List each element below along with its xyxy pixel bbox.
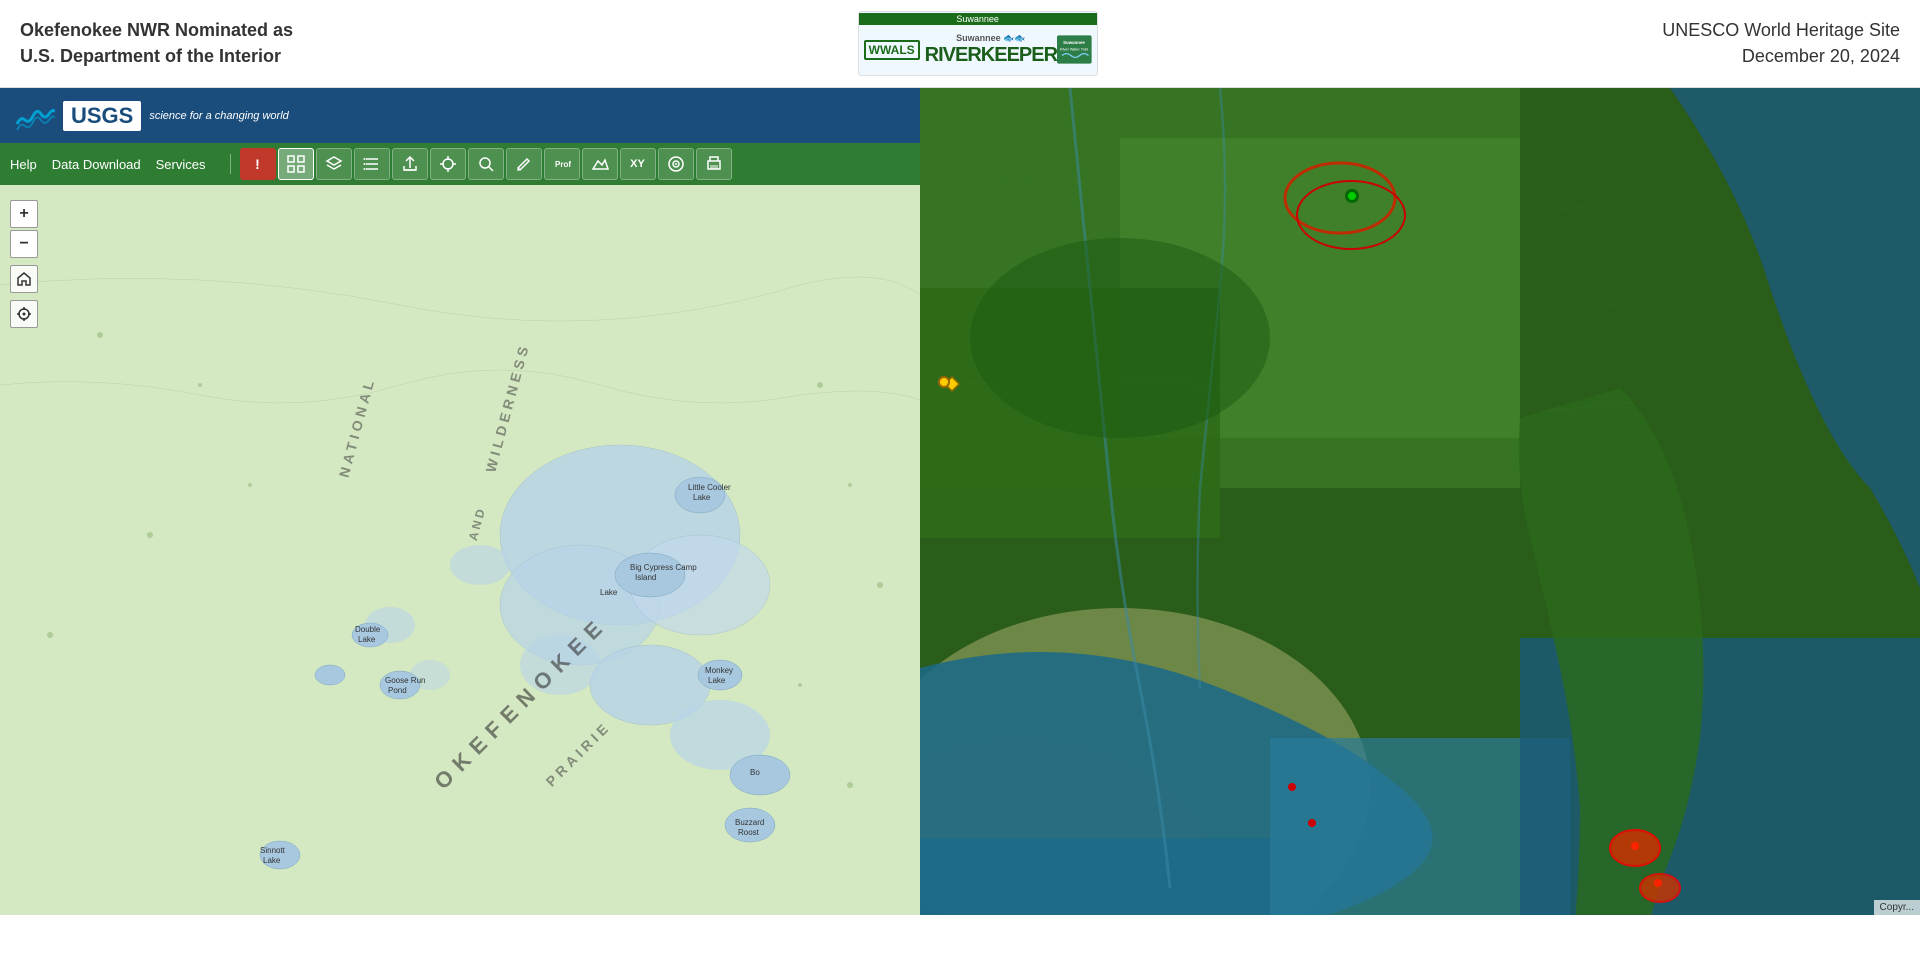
green-location-marker bbox=[1346, 190, 1358, 202]
usgs-logo-box: USGS bbox=[63, 101, 141, 131]
svg-text:Bo: Bo bbox=[750, 768, 760, 777]
sw-main: WWALS Suwannee 🐟🐟 RIVERKEEPER Suwannee R… bbox=[859, 25, 1097, 74]
left-panel: USGS science for a changing world Help D… bbox=[0, 88, 920, 915]
xy-button[interactable]: XY bbox=[620, 148, 656, 180]
svg-text:Buzzard: Buzzard bbox=[735, 818, 764, 827]
svg-text:Profile: Profile bbox=[555, 160, 571, 169]
satellite-svg bbox=[920, 88, 1920, 915]
svg-text:Sinnott: Sinnott bbox=[260, 846, 286, 855]
svg-text:River Water Trail: River Water Trail bbox=[1060, 47, 1088, 51]
right-panel: Copyr... bbox=[920, 88, 1920, 915]
upload-icon bbox=[401, 155, 419, 173]
river-trail-logo: Suwannee River Water Trail bbox=[1057, 27, 1092, 72]
print-icon bbox=[705, 155, 723, 173]
svg-text:Monkey: Monkey bbox=[705, 666, 733, 675]
banner-center: Suwannee WWALS Suwannee 🐟🐟 RIVERKEEPER S… bbox=[858, 11, 1098, 76]
svg-text:Pond: Pond bbox=[388, 686, 407, 695]
svg-text:Lake: Lake bbox=[693, 493, 711, 502]
locate-icon bbox=[16, 306, 32, 322]
banner-line1: Okefenokee NWR Nominated as bbox=[20, 18, 293, 43]
search-button[interactable] bbox=[468, 148, 504, 180]
home-icon bbox=[16, 271, 32, 287]
yellow-location-marker bbox=[938, 376, 950, 388]
list-icon bbox=[363, 155, 381, 173]
help-link[interactable]: Help bbox=[10, 157, 37, 172]
terrain-icon bbox=[591, 155, 609, 173]
toolbar-nav: Help Data Download Services bbox=[10, 157, 206, 172]
usgs-tagline: science for a changing world bbox=[149, 110, 288, 122]
upload-button[interactable] bbox=[392, 148, 428, 180]
svg-text:Lake: Lake bbox=[358, 635, 376, 644]
toolbar-separator bbox=[230, 154, 231, 174]
profile-button[interactable]: Profile bbox=[544, 148, 580, 180]
usgs-logo: USGS science for a changing world bbox=[15, 96, 289, 136]
print-button[interactable] bbox=[696, 148, 732, 180]
topo-map-svg: OKEFENOKEE NATIONAL WILDERNESS AND PRAIR… bbox=[0, 185, 920, 915]
svg-text:Lake: Lake bbox=[263, 856, 281, 865]
svg-text:Big Cypress Camp: Big Cypress Camp bbox=[630, 563, 697, 572]
suwannee-logo: Suwannee WWALS Suwannee 🐟🐟 RIVERKEEPER S… bbox=[858, 11, 1098, 76]
zoom-controls: + − bbox=[10, 200, 38, 328]
crosshair-button[interactable] bbox=[430, 148, 466, 180]
svg-text:Roost: Roost bbox=[738, 828, 760, 837]
copyright-text: Copyr... bbox=[1880, 902, 1914, 913]
layers-icon bbox=[325, 155, 343, 173]
grid-icon bbox=[287, 155, 305, 173]
grid-button[interactable] bbox=[278, 148, 314, 180]
toolbar: Help Data Download Services ! bbox=[0, 143, 920, 185]
xy-icon: XY bbox=[630, 158, 645, 170]
pencil-button[interactable] bbox=[506, 148, 542, 180]
alert-button[interactable]: ! bbox=[240, 148, 276, 180]
banner-line2: U.S. Department of the Interior bbox=[20, 44, 293, 69]
map-area[interactable]: OKEFENOKEE NATIONAL WILDERNESS AND PRAIR… bbox=[0, 185, 920, 915]
usgs-wave-icon bbox=[15, 96, 55, 136]
locate-button[interactable] bbox=[10, 300, 38, 328]
svg-text:Little Cooler: Little Cooler bbox=[688, 483, 731, 492]
services-link[interactable]: Services bbox=[156, 157, 206, 172]
sw-top-bar: Suwannee bbox=[859, 13, 1097, 25]
sw-riverkeeper: RIVERKEEPER bbox=[925, 44, 1057, 67]
usgs-tagline-block: science for a changing world bbox=[149, 110, 288, 122]
zoom-in-button[interactable]: + bbox=[10, 200, 38, 228]
svg-text:Double: Double bbox=[355, 625, 381, 634]
profile-icon: Profile bbox=[553, 155, 571, 173]
svg-text:Island: Island bbox=[635, 573, 656, 582]
usgs-header: USGS science for a changing world bbox=[0, 88, 920, 143]
red-dot-marker-2 bbox=[1308, 819, 1316, 827]
svg-text:Suwannee: Suwannee bbox=[1063, 40, 1085, 45]
main-content: USGS science for a changing world Help D… bbox=[0, 88, 1920, 915]
svg-text:Lake: Lake bbox=[708, 676, 726, 685]
toolbar-icons: ! bbox=[240, 148, 732, 180]
zoom-out-button[interactable]: − bbox=[10, 230, 38, 258]
layers-button[interactable] bbox=[316, 148, 352, 180]
sw-subtitle: Suwannee 🐟🐟 bbox=[956, 33, 1025, 44]
satellite-map: Copyr... bbox=[920, 88, 1920, 915]
svg-text:Goose Run: Goose Run bbox=[385, 676, 425, 685]
exclamation-icon: ! bbox=[255, 156, 260, 172]
target-icon bbox=[667, 155, 685, 173]
usgs-logo-text: USGS bbox=[71, 105, 133, 127]
terrain-button[interactable] bbox=[582, 148, 618, 180]
copyright-bar: Copyr... bbox=[1874, 900, 1920, 915]
data-download-link[interactable]: Data Download bbox=[52, 157, 141, 172]
banner-right-line2: December 20, 2024 bbox=[1662, 44, 1900, 69]
crosshair-icon bbox=[439, 155, 457, 173]
home-button[interactable] bbox=[10, 265, 38, 293]
banner-left: Okefenokee NWR Nominated as U.S. Departm… bbox=[20, 18, 293, 68]
svg-text:Lake: Lake bbox=[600, 588, 618, 597]
target-button[interactable] bbox=[658, 148, 694, 180]
pencil-icon bbox=[515, 155, 533, 173]
wwals-text: WWALS bbox=[864, 40, 920, 60]
red-dot-marker-1 bbox=[1288, 783, 1296, 791]
list-button[interactable] bbox=[354, 148, 390, 180]
banner-right-line1: UNESCO World Heritage Site bbox=[1662, 18, 1900, 43]
search-icon bbox=[477, 155, 495, 173]
top-banner: Okefenokee NWR Nominated as U.S. Departm… bbox=[0, 0, 1920, 88]
banner-right: UNESCO World Heritage Site December 20, … bbox=[1662, 18, 1900, 68]
